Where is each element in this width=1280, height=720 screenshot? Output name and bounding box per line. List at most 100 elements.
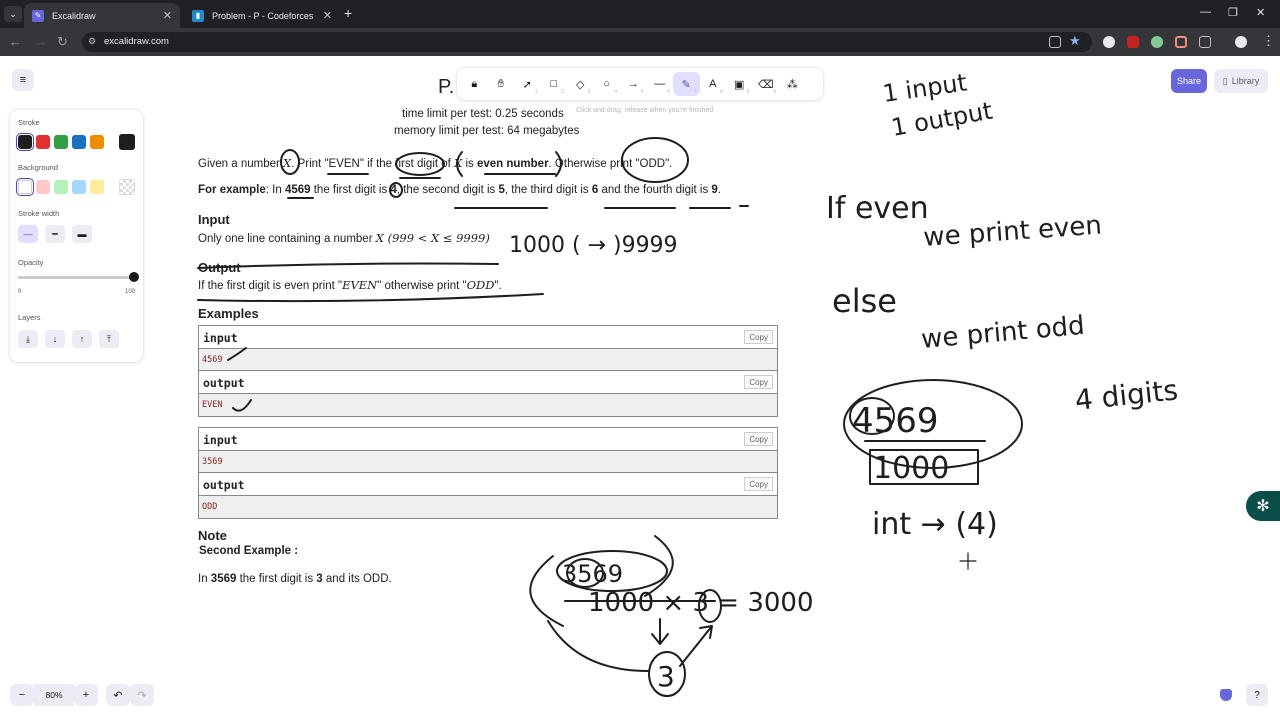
url-text: excalidraw.com bbox=[104, 36, 169, 47]
handwritten-else: else bbox=[832, 282, 897, 320]
hand-icon[interactable]: ✋︎ bbox=[488, 72, 515, 96]
copy-button[interactable]: Copy bbox=[744, 477, 773, 491]
new-tab-button[interactable]: + bbox=[344, 5, 352, 21]
zoom-level[interactable]: 80% bbox=[34, 684, 74, 706]
extension-1-icon[interactable] bbox=[1103, 36, 1115, 48]
eraser-icon[interactable]: ⌫ 0 bbox=[753, 72, 780, 96]
input-description: Only one line containing a number X (999… bbox=[198, 231, 490, 245]
close-tab-icon[interactable]: ✕ bbox=[163, 9, 172, 22]
excalidraw-favicon: ✎ bbox=[32, 9, 44, 22]
current-background-color[interactable] bbox=[119, 179, 135, 195]
extensions-puzzle-icon[interactable] bbox=[1199, 36, 1211, 48]
handwritten-output-note: 1 output bbox=[889, 97, 994, 142]
rectangle-icon[interactable]: □ 2 bbox=[541, 72, 568, 96]
browser-toolbar: ← → ↻ ⚙ excalidraw.com ★ ⋮ bbox=[0, 28, 1280, 56]
minimize-icon[interactable]: — bbox=[1200, 6, 1211, 18]
extension-2-icon[interactable] bbox=[1127, 36, 1139, 48]
stroke-color-blue[interactable] bbox=[72, 135, 86, 149]
opacity-slider-fill bbox=[18, 276, 134, 279]
address-bar[interactable]: ⚙ excalidraw.com bbox=[82, 32, 1092, 52]
zoom-in-button[interactable]: + bbox=[74, 684, 98, 706]
output-header: Output bbox=[198, 260, 241, 275]
opacity-slider[interactable] bbox=[18, 272, 139, 282]
tab-codeforces[interactable]: ▮ Problem - P - Codeforces ✕ bbox=[184, 3, 340, 28]
selection-icon[interactable]: ➚ 1 bbox=[514, 72, 541, 96]
background-color-pink[interactable] bbox=[36, 180, 50, 194]
stroke-color-green[interactable] bbox=[54, 135, 68, 149]
opacity-max: 100 bbox=[125, 289, 136, 295]
output-description: If the first digit is even print "EVEN" … bbox=[198, 278, 502, 292]
stroke-width-extra-bold[interactable]: ▬ bbox=[72, 225, 92, 243]
bring-to-front-icon[interactable]: ⤒ bbox=[99, 330, 119, 348]
send-backward-icon[interactable]: ↓ bbox=[45, 330, 65, 348]
image-icon[interactable]: ▣ 9 bbox=[726, 72, 753, 96]
help-icon[interactable]: ? bbox=[1246, 684, 1268, 706]
stroke-color-red[interactable] bbox=[36, 135, 50, 149]
example-1: input Copy 4569 output Copy EVEN bbox=[198, 325, 778, 417]
ellipse-icon[interactable]: ○ 4 bbox=[594, 72, 621, 96]
handwritten-digits-note: 4 digits bbox=[1073, 373, 1179, 417]
handwritten-bottom-circle: 3 bbox=[657, 660, 675, 693]
shield-icon[interactable] bbox=[1220, 689, 1232, 701]
arrow-icon[interactable]: → 5 bbox=[620, 72, 647, 96]
stroke-color-orange[interactable] bbox=[90, 135, 104, 149]
input-header: Input bbox=[198, 212, 230, 227]
forward-icon[interactable]: → bbox=[34, 34, 47, 49]
back-icon[interactable]: ← bbox=[9, 34, 22, 49]
text-icon[interactable]: A8 bbox=[700, 72, 727, 96]
library-button[interactable]: ▯ Library bbox=[1214, 69, 1268, 93]
reload-icon[interactable]: ↻ bbox=[57, 34, 68, 50]
excalidraw-canvas[interactable]: P. time limit per test: 0.25 seconds mem… bbox=[0, 56, 1280, 720]
handwritten-print-even: we print even bbox=[922, 211, 1102, 253]
zoom-out-button[interactable]: − bbox=[10, 684, 34, 706]
stroke-color-black[interactable] bbox=[16, 133, 34, 151]
undo-icon[interactable]: ↶ bbox=[106, 684, 130, 706]
problem-title-fragment: P. bbox=[438, 76, 455, 98]
background-color-transparent[interactable] bbox=[16, 178, 34, 196]
background-color-green[interactable] bbox=[54, 180, 68, 194]
profile-avatar[interactable] bbox=[1235, 36, 1247, 48]
background-color-blue[interactable] bbox=[72, 180, 86, 194]
diamond-icon[interactable]: ◇ 3 bbox=[567, 72, 594, 96]
main-menu-icon[interactable]: ≡ bbox=[12, 69, 34, 91]
send-to-back-icon[interactable]: ⤓ bbox=[18, 330, 38, 348]
redo-icon[interactable]: ↷ bbox=[130, 684, 154, 706]
current-stroke-color[interactable] bbox=[119, 134, 135, 150]
codeforces-favicon: ▮ bbox=[192, 9, 204, 22]
freehand-curves bbox=[529, 535, 716, 672]
ai-assistant-icon[interactable]: ✻ bbox=[1246, 491, 1280, 521]
site-info-icon[interactable]: ⚙ bbox=[88, 36, 96, 47]
copy-button[interactable]: Copy bbox=[744, 375, 773, 389]
install-app-icon[interactable] bbox=[1049, 36, 1061, 48]
extension-4-icon[interactable] bbox=[1175, 36, 1187, 48]
browser-menu-icon[interactable]: ⋮ bbox=[1262, 33, 1275, 49]
restore-icon[interactable]: ❐ bbox=[1228, 6, 1238, 19]
share-button[interactable]: Share bbox=[1171, 69, 1207, 93]
more-tools-icon[interactable]: ⁂ bbox=[779, 72, 806, 96]
stroke-width-title: Stroke width bbox=[18, 209, 60, 218]
copy-button[interactable]: Copy bbox=[744, 432, 773, 446]
handwritten-bottom-number: 3569 bbox=[562, 560, 623, 588]
memory-limit: memory limit per test: 64 megabytes bbox=[394, 125, 580, 137]
stroke-width-thin[interactable]: — bbox=[18, 225, 38, 243]
freehand-circle bbox=[698, 589, 722, 623]
background-color-yellow[interactable] bbox=[90, 180, 104, 194]
bring-forward-icon[interactable]: ↑ bbox=[72, 330, 92, 348]
copy-button[interactable]: Copy bbox=[744, 330, 773, 344]
extension-3-icon[interactable] bbox=[1151, 36, 1163, 48]
tab-search-button[interactable]: ⌄ bbox=[4, 6, 22, 22]
tab-title: Problem - P - Codeforces bbox=[212, 10, 314, 21]
opacity-title: Opacity bbox=[18, 258, 44, 267]
stroke-title: Stroke bbox=[18, 118, 40, 127]
close-window-icon[interactable]: ✕ bbox=[1256, 6, 1265, 19]
problem-example-text: For example: In 4569 the first digit is … bbox=[198, 184, 722, 196]
close-tab-icon[interactable]: ✕ bbox=[323, 9, 332, 22]
bookmark-star-icon[interactable]: ★ bbox=[1069, 33, 1081, 49]
draw-icon[interactable]: ✎ 7 bbox=[673, 72, 700, 96]
example-output-row: output Copy bbox=[199, 473, 777, 496]
stroke-width-bold[interactable]: ━ bbox=[45, 225, 65, 243]
problem-statement: Given a number X. Print "EVEN" if the fi… bbox=[198, 156, 673, 170]
tab-excalidraw[interactable]: ✎ Excalidraw ✕ bbox=[24, 3, 180, 28]
lock-icon[interactable]: 🔒︎ bbox=[461, 72, 488, 96]
line-icon[interactable]: —6 bbox=[647, 72, 674, 96]
